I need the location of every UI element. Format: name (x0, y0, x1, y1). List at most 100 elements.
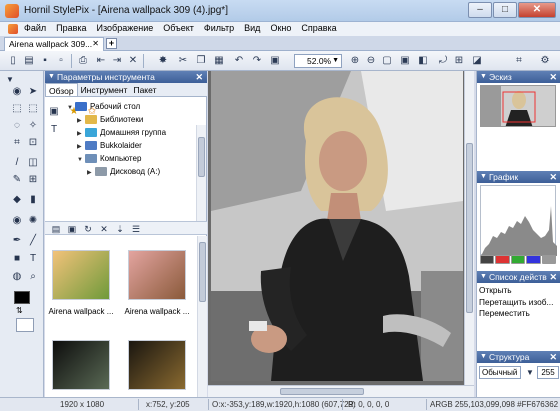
open-folder-icon[interactable]: ▤ (22, 54, 36, 68)
close-panel-icon[interactable]: ✕ (549, 351, 557, 363)
delete-icon[interactable]: ✕ (97, 222, 111, 236)
thumbnail-item[interactable] (47, 340, 115, 397)
expand-right-icon[interactable]: ▶ (77, 142, 85, 153)
swap-colors-icon[interactable]: ⇅ (16, 306, 23, 315)
thumbnail-scrollbar-thumb[interactable] (199, 242, 206, 302)
menu-window[interactable]: Окно (270, 23, 291, 33)
app-menu-icon[interactable] (8, 24, 18, 34)
cut-icon[interactable]: ✂ (176, 54, 190, 68)
settings-icon[interactable]: ⚙ (538, 54, 552, 68)
expand-right-icon[interactable]: ▶ (87, 168, 95, 179)
zoom-select[interactable]: 52.0% ▼ (294, 54, 342, 68)
tab-overview[interactable]: Обзор (45, 83, 78, 96)
go-first-icon[interactable]: ⇤ (94, 54, 108, 68)
document-tab[interactable]: Airena wallpack 309... ✕ (4, 37, 104, 51)
clone-icon[interactable]: ⊞ (26, 173, 40, 187)
print-icon[interactable]: ⎙ (76, 54, 90, 68)
zoom-in-icon[interactable]: ⊕ (348, 54, 362, 68)
channel-blue-icon[interactable] (526, 255, 541, 264)
close-panel-icon[interactable]: ✕ (549, 171, 557, 183)
menu-edit[interactable]: Правка (56, 23, 86, 33)
expand-down-icon[interactable]: ▼ (67, 103, 75, 114)
undo-icon[interactable]: ↶ (232, 54, 246, 68)
minimize-button[interactable]: – (468, 2, 492, 18)
tree-item[interactable]: ▶ Домашняя группа (77, 127, 166, 138)
close-panel-icon[interactable]: ✕ (549, 71, 557, 83)
text-tool-icon[interactable]: T (26, 252, 40, 266)
tab-batch[interactable]: Пакет (130, 83, 159, 96)
close-panel-icon[interactable]: ✕ (195, 71, 203, 83)
blend-mode-select[interactable]: Обычный (479, 366, 521, 379)
folder-view-icon[interactable]: ▣ (47, 105, 61, 119)
preview-thumbnail[interactable] (480, 85, 556, 127)
thumbnail-item[interactable]: Airena wallpack ... (47, 250, 115, 316)
zoom-out-icon[interactable]: ⊖ (364, 54, 378, 68)
rect-select-icon[interactable]: ⬚ (10, 102, 24, 116)
canvas-vertical-scrollbar[interactable] (464, 71, 474, 385)
close-button[interactable]: ✕ (518, 2, 556, 18)
view-menu-icon[interactable]: ☰ (129, 222, 143, 236)
pointer-icon[interactable]: ➤ (26, 85, 40, 99)
image-canvas[interactable] (208, 71, 474, 397)
actual-size-icon[interactable]: ▣ (398, 54, 412, 68)
tree-item[interactable]: ▶ Библиотеки (77, 114, 143, 125)
sort-icon[interactable]: ⇣ (113, 222, 127, 236)
opacity-input[interactable]: 255 (537, 366, 559, 379)
blend-mode-dropdown-icon[interactable]: ▼ (523, 366, 537, 380)
tree-scrollbar-thumb[interactable] (198, 137, 205, 177)
red-eye-icon[interactable]: ◉ (10, 214, 24, 228)
collapse-arrow-icon[interactable]: ▼ (480, 271, 487, 283)
menu-filter[interactable]: Фильтр (204, 23, 234, 33)
crop-icon[interactable]: ⌗ (512, 54, 526, 68)
tree-scrollbar[interactable] (196, 125, 206, 221)
transform-icon[interactable]: ⊡ (26, 136, 40, 150)
paste-icon[interactable]: ▦ (212, 54, 226, 68)
copy-icon[interactable]: ❐ (194, 54, 208, 68)
tree-item[interactable]: ▼ Компьютер (77, 153, 141, 164)
refresh-icon[interactable]: ↻ (81, 222, 95, 236)
canvas-horizontal-scrollbar[interactable] (208, 385, 474, 397)
new-folder-icon[interactable]: ▤ (49, 222, 63, 236)
foreground-color[interactable] (14, 291, 30, 304)
pencil-icon[interactable]: ✎ (10, 173, 24, 187)
action-move[interactable]: Переместить (479, 308, 553, 320)
expand-down-icon[interactable]: ▼ (77, 155, 85, 166)
canvas-vertical-scrollbar-thumb[interactable] (466, 143, 473, 313)
rotate-icon[interactable]: ⤾ (436, 54, 450, 68)
action-drag-image[interactable]: Перетащить изоб... (479, 297, 553, 309)
color-picker-icon[interactable]: ◍ (10, 270, 24, 284)
tree-item[interactable]: ▼ Рабочий стол (67, 101, 140, 112)
channel-green-icon[interactable] (510, 255, 526, 264)
text-mode-icon[interactable]: T (47, 123, 61, 137)
menu-image[interactable]: Изображение (97, 23, 154, 33)
collapse-arrow-icon[interactable]: ▼ (48, 71, 55, 83)
menu-file[interactable]: Файл (24, 23, 46, 33)
channel-red-icon[interactable] (495, 255, 510, 264)
expand-right-icon[interactable]: ▶ (77, 129, 85, 140)
tab-tool[interactable]: Инструмент (78, 83, 131, 96)
expand-right-icon[interactable]: ▶ (77, 116, 85, 127)
canvas-horizontal-scrollbar-thumb[interactable] (280, 388, 364, 395)
save-icon[interactable]: ▪ (38, 54, 52, 68)
close-tab-icon[interactable]: ✕ (92, 38, 99, 50)
brush-icon[interactable]: / (10, 156, 24, 170)
collapse-arrow-icon[interactable]: ▼ (480, 351, 487, 363)
menu-help[interactable]: Справка (301, 23, 336, 33)
gradient-icon[interactable]: ▮ (26, 193, 40, 207)
open-image-icon[interactable]: ▣ (65, 222, 79, 236)
lasso-icon[interactable]: ◌ (10, 119, 24, 133)
action-open[interactable]: Открыть (479, 285, 553, 297)
collapse-arrow-icon[interactable]: ▼ (480, 71, 487, 83)
thumbnail-item[interactable]: Airena wallpack ... (123, 250, 191, 316)
grid-icon[interactable]: ⊞ (452, 54, 466, 68)
redo-icon[interactable]: ↷ (250, 54, 264, 68)
eye-icon[interactable]: ◉ (10, 85, 24, 99)
menu-view[interactable]: Вид (244, 23, 260, 33)
thumbnail-item[interactable] (123, 340, 191, 397)
pen-icon[interactable]: ✒ (10, 234, 24, 248)
fit-screen-icon[interactable]: ◧ (416, 54, 430, 68)
line-icon[interactable]: ╱ (26, 234, 40, 248)
sharpen-icon[interactable]: ✺ (26, 214, 40, 228)
channel-all-icon[interactable] (480, 255, 495, 264)
collapse-arrow-icon[interactable]: ▼ (480, 171, 487, 183)
